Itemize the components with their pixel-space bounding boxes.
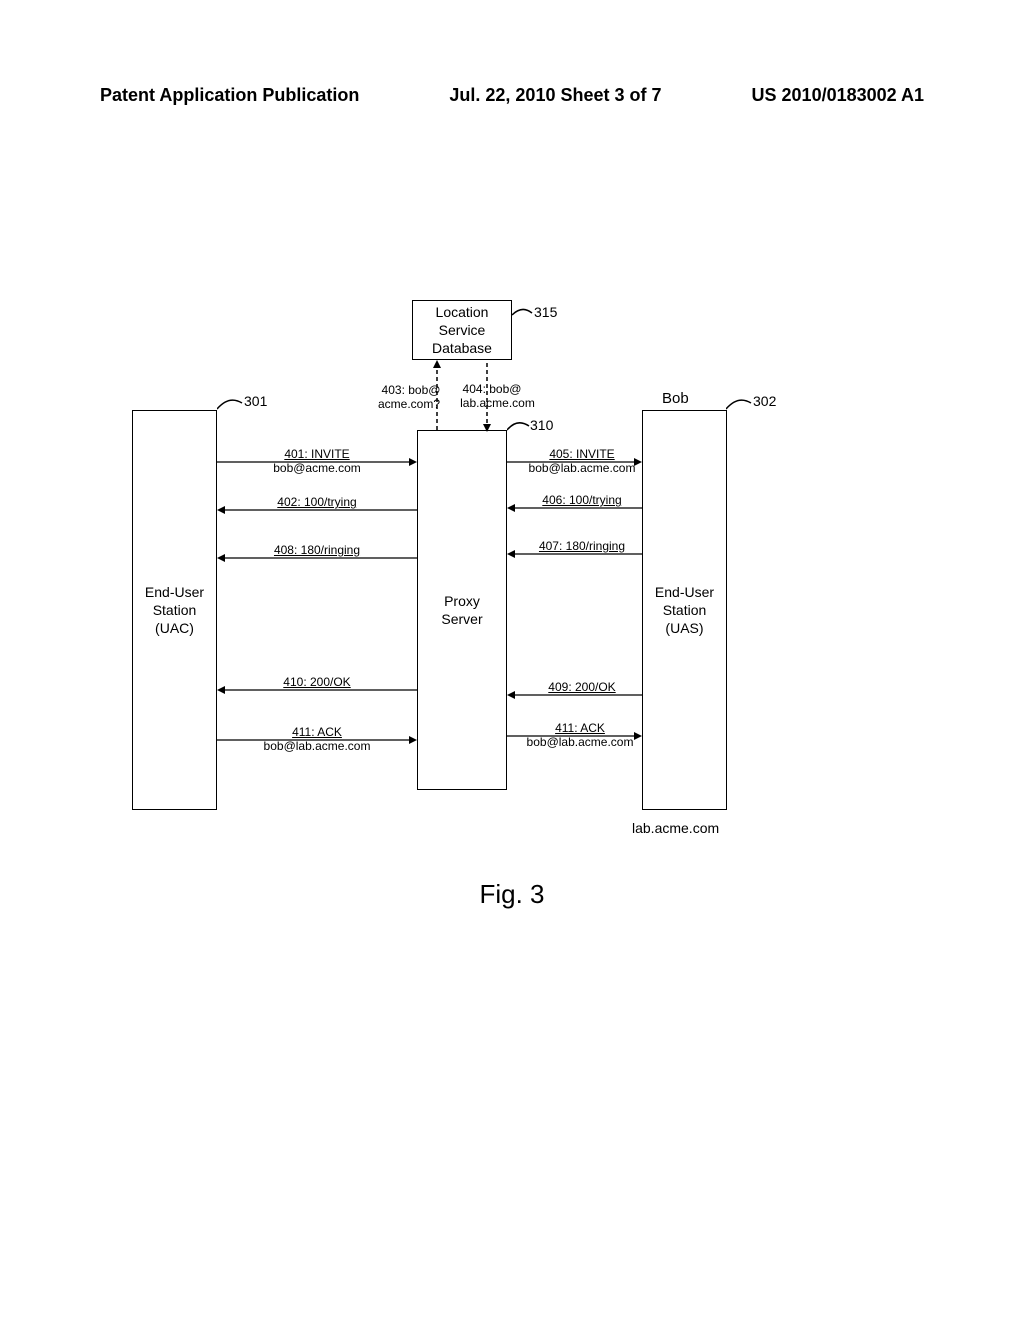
location-service-db-box: Location Service Database [412, 300, 512, 360]
arrow-411-left [217, 736, 417, 748]
uas-box: End-User Station (UAS) [642, 410, 727, 810]
uac-box: End-User Station (UAC) [132, 410, 217, 810]
ref-302: 302 [753, 393, 776, 409]
ref-315: 315 [534, 304, 557, 320]
msg-403-b: acme.com? [369, 397, 449, 411]
domain-label: lab.acme.com [632, 820, 719, 836]
arrow-408 [217, 554, 417, 566]
uac-label: End-User Station (UAC) [145, 583, 204, 638]
msg-404-b: lab.acme.com [450, 396, 545, 410]
ref-301: 301 [244, 393, 267, 409]
uas-label: End-User Station (UAS) [655, 583, 714, 638]
ref-310: 310 [530, 417, 553, 433]
header-center: Jul. 22, 2010 Sheet 3 of 7 [449, 85, 661, 106]
proxy-box: Proxy Server [417, 430, 507, 790]
arrow-405 [507, 458, 642, 470]
arrow-410 [217, 686, 417, 698]
figure-caption: Fig. 3 [0, 879, 1024, 910]
arrow-407 [507, 550, 642, 562]
arrow-401 [217, 458, 417, 470]
diagram: Location Service Database 315 End-User S… [132, 300, 892, 880]
arrow-409 [507, 691, 642, 703]
bob-label: Bob [662, 390, 689, 407]
msg-404-a: 404: bob@ [452, 382, 532, 396]
arrow-402 [217, 506, 417, 518]
arrow-406 [507, 504, 642, 516]
proxy-label: Proxy Server [441, 592, 482, 628]
msg-403-a: 403: bob@ [376, 383, 446, 397]
header-left: Patent Application Publication [100, 85, 359, 106]
locdb-label: Location Service Database [432, 303, 492, 358]
header-right: US 2010/0183002 A1 [752, 85, 924, 106]
arrow-411-right [507, 732, 642, 744]
